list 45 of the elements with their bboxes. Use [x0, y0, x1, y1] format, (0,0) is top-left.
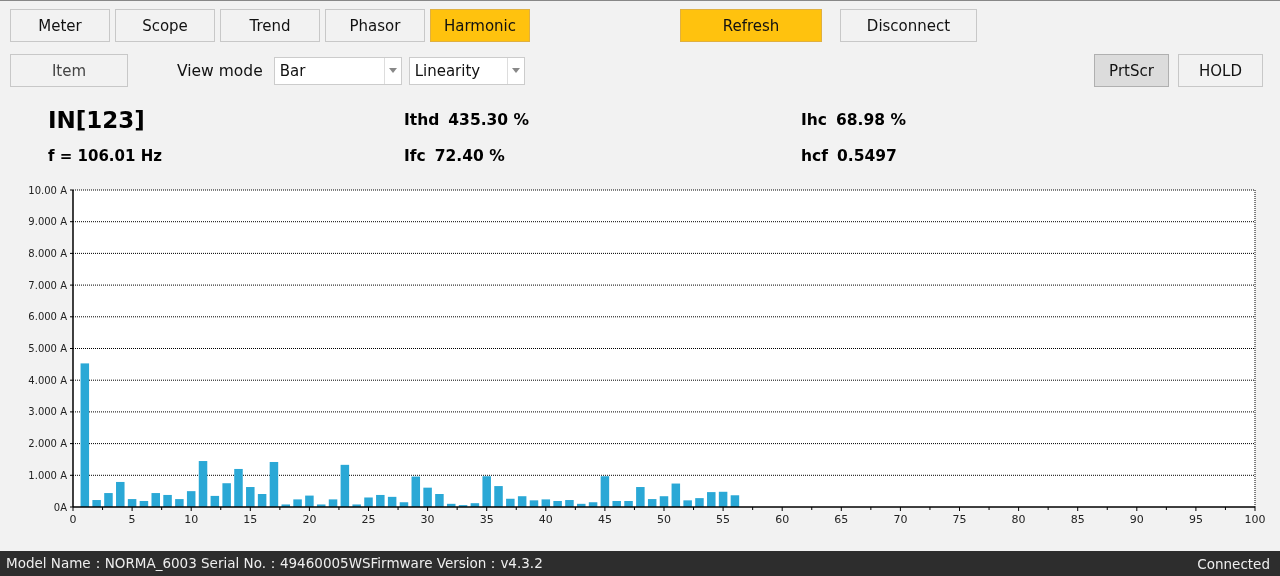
x-axis-label: 75	[952, 513, 967, 526]
x-axis-label: 30	[420, 513, 435, 526]
x-axis-label: 10	[184, 513, 199, 526]
x-axis-label: 60	[775, 513, 790, 526]
x-axis-label: 65	[834, 513, 849, 526]
y-axis-label: 3.000 A	[28, 406, 67, 418]
y-axis-label: 9.000 A	[28, 216, 67, 228]
y-axis-label: 10.00 A	[28, 184, 67, 196]
x-axis-label: 20	[302, 513, 317, 526]
channel-name: IN[123]	[48, 107, 146, 133]
frequency-reading: f = 106.01 Hz	[48, 147, 163, 165]
reading-label: Ifc	[404, 147, 426, 165]
reading-label: Ihc	[801, 111, 827, 129]
y-axis-label: 1.000 A	[28, 469, 67, 481]
view-mode-label: View mode	[177, 61, 263, 80]
x-axis-label: 45	[597, 513, 612, 526]
y-axis-label: 5.000 A	[28, 343, 67, 354]
x-axis-label: 25	[361, 513, 376, 526]
x-axis-label: 85	[1070, 513, 1085, 526]
x-axis-label: 55	[716, 513, 731, 526]
reading-label: hcf	[801, 147, 828, 165]
x-axis-label: 40	[538, 513, 553, 526]
device-info: Model Name：NORMA_6003 Serial No.：49460005WSFirmware Version：v4.3.2	[6, 554, 543, 573]
x-axis-label: 90	[1129, 513, 1144, 526]
x-axis-label: 35	[479, 513, 494, 526]
y-axis-label: 0A	[53, 501, 67, 513]
x-axis-label: 0	[69, 513, 77, 526]
reading-value: 72.40 %	[434, 147, 505, 165]
x-axis-label: 15	[243, 513, 258, 526]
x-axis-label: 95	[1188, 513, 1203, 526]
x-axis-label: 100	[1244, 513, 1266, 526]
reading-label: Ithd	[404, 111, 440, 129]
y-axis-label: 7.000 A	[28, 279, 67, 291]
y-axis-label: 6.000 A	[28, 311, 67, 323]
reading-value: 435.30 %	[448, 111, 530, 129]
reading-value: 0.5497	[836, 147, 897, 165]
x-axis-label: 70	[893, 513, 908, 526]
x-axis-label: 50	[657, 513, 671, 526]
y-axis-label: 8.000 A	[28, 247, 67, 259]
y-axis-label: 4.000 A	[28, 374, 67, 386]
y-axis-label: 2.000 A	[28, 438, 67, 450]
reading-value: 68.98 %	[836, 111, 906, 129]
connection-status: Connected	[1197, 555, 1270, 572]
x-axis-label: 80	[1011, 513, 1026, 526]
x-axis-label: 5	[128, 513, 136, 526]
